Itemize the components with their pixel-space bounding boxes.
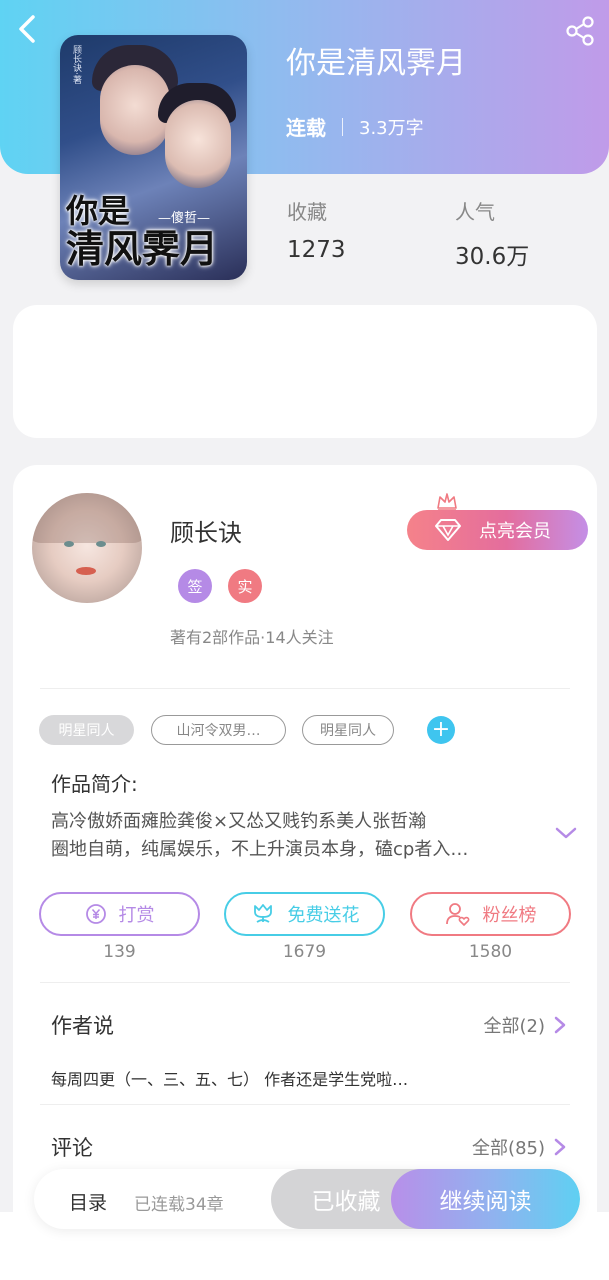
reward-count: 139 bbox=[103, 942, 136, 962]
author-says-all-link[interactable]: 全部(2) bbox=[484, 1012, 568, 1038]
author-says-title: 作者说 bbox=[51, 1014, 114, 1038]
divider bbox=[40, 1104, 570, 1105]
blank-card bbox=[13, 305, 597, 438]
back-button[interactable] bbox=[10, 12, 44, 46]
author-name[interactable]: 顾长诀 bbox=[170, 513, 242, 548]
flower-icon bbox=[250, 902, 276, 926]
crown-icon bbox=[437, 493, 457, 511]
book-status-row: 连载 3.3万字 bbox=[286, 112, 424, 141]
intro-line: 高冷傲娇面瘫脸龚俊×又怂又贱钓系美人张哲瀚 bbox=[51, 811, 427, 832]
popularity-stat: 人气 30.6万 bbox=[455, 196, 529, 271]
tag-item[interactable]: 明星同人 bbox=[302, 715, 394, 745]
bottom-action-bar: 目录 已连载34章 已收藏 继续阅读 bbox=[34, 1169, 580, 1229]
divider bbox=[40, 688, 570, 689]
book-cover[interactable]: 顾长诀·著 —傻哲— 你是 清风霁月 bbox=[60, 35, 247, 280]
chevron-left-icon bbox=[19, 15, 35, 43]
reward-label: 打赏 bbox=[118, 905, 155, 926]
cover-title-line1: 你是 bbox=[66, 192, 131, 230]
avatar-eyes bbox=[64, 541, 110, 549]
share-icon bbox=[566, 16, 594, 46]
intro-title: 作品简介: bbox=[51, 772, 138, 796]
share-button[interactable] bbox=[561, 12, 599, 50]
send-flower-label: 免费送花 bbox=[287, 905, 360, 926]
user-heart-icon bbox=[445, 901, 471, 927]
fans-ranking-label: 粉丝榜 bbox=[482, 905, 537, 926]
chapter-count: 已连载34章 bbox=[134, 1195, 224, 1215]
avatar-lips bbox=[76, 567, 96, 575]
chevron-down-icon bbox=[555, 827, 577, 839]
author-meta: 著有2部作品·14人关注 bbox=[170, 628, 334, 647]
divider bbox=[40, 982, 570, 983]
diamond-icon bbox=[435, 519, 461, 541]
toc-button[interactable]: 目录 bbox=[69, 1188, 107, 1215]
chevron-right-icon bbox=[553, 1015, 567, 1035]
add-tag-button[interactable]: + bbox=[427, 716, 455, 744]
book-title: 你是清风霁月 bbox=[286, 46, 466, 81]
popularity-value: 30.6万 bbox=[455, 244, 530, 270]
comments-all-link[interactable]: 全部(85) bbox=[472, 1134, 567, 1160]
cover-title: 你是 清风霁月 bbox=[66, 192, 219, 271]
favorites-value: 1273 bbox=[287, 237, 346, 263]
coin-icon bbox=[85, 903, 107, 925]
author-says-all-label: 全部(2) bbox=[483, 1016, 546, 1037]
cover-title-line2: 清风霁月 bbox=[66, 225, 219, 271]
continue-reading-button[interactable]: 继续阅读 bbox=[391, 1169, 580, 1229]
word-count: 3.3万字 bbox=[359, 117, 424, 139]
favorites-stat: 收藏 1273 bbox=[287, 196, 346, 263]
cover-figure bbox=[165, 100, 231, 188]
send-flower-button[interactable]: 免费送花 bbox=[224, 892, 385, 936]
serial-status: 连载 bbox=[286, 116, 326, 140]
tag-item[interactable]: 明星同人 bbox=[39, 715, 134, 745]
expand-button[interactable] bbox=[554, 824, 578, 846]
signed-badge: 签 bbox=[178, 569, 212, 603]
intro-line: 圈地自萌，纯属娱乐，不上升演员本身，磕cp者入… bbox=[51, 839, 469, 860]
chevron-right-icon bbox=[553, 1137, 567, 1157]
intro-text[interactable]: 高冷傲娇面瘫脸龚俊×又怂又贱钓系美人张哲瀚 圈地自萌，纯属娱乐，不上升演员本身，… bbox=[51, 808, 531, 864]
author-says-text[interactable]: 每周四更（一、三、五、七） 作者还是学生党啦… bbox=[51, 1066, 408, 1090]
favorites-label: 收藏 bbox=[287, 200, 327, 224]
author-avatar[interactable] bbox=[32, 493, 142, 603]
comments-title: 评论 bbox=[51, 1136, 93, 1160]
comments-all-label: 全部(85) bbox=[472, 1138, 545, 1159]
fans-ranking-button[interactable]: 粉丝榜 bbox=[410, 892, 571, 936]
flower-count: 1679 bbox=[282, 942, 327, 962]
vip-button[interactable]: 点亮会员 bbox=[407, 510, 588, 550]
fans-count: 1580 bbox=[468, 942, 513, 962]
divider bbox=[342, 117, 343, 136]
vip-button-label: 点亮会员 bbox=[479, 521, 551, 542]
avatar-hair bbox=[32, 493, 142, 543]
plus-icon: + bbox=[431, 717, 451, 742]
cover-small-text: 顾长诀·著 bbox=[71, 45, 81, 84]
verified-badge: 实 bbox=[228, 569, 262, 603]
reward-button[interactable]: 打赏 bbox=[39, 892, 200, 936]
popularity-label: 人气 bbox=[455, 200, 495, 224]
tag-item[interactable]: 山河令双男… bbox=[151, 715, 286, 745]
